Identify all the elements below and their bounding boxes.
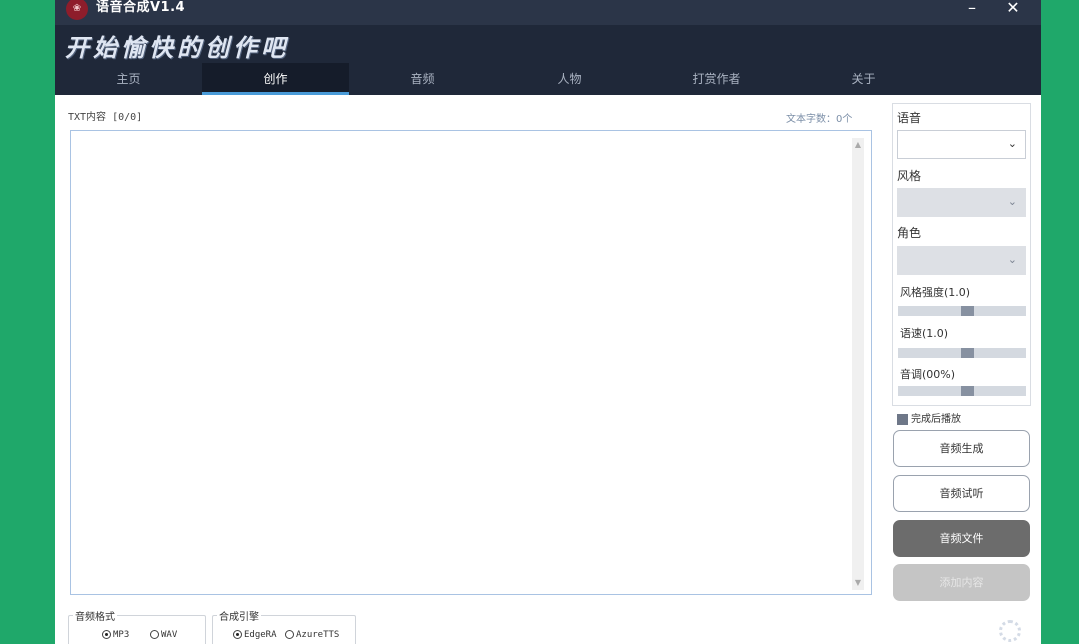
app-window: ❀ 语音合成V1.4 – ✕ 开始愉快的创作吧 主页 创作 音频 人物 打赏作者… [55,0,1041,644]
pitch-label: 音调(00%) [900,368,956,381]
editor-scrollbar[interactable]: ▲ ▼ [852,138,864,590]
radio-azure-label: AzureTTS [296,630,340,640]
engine-title: 合成引擎 [217,608,261,623]
txt-content-label: TXT内容 [0/0] [68,112,143,123]
radio-azure[interactable]: AzureTTS [285,630,339,640]
audio-file-button[interactable]: 音频文件 [893,520,1030,557]
banner: 开始愉快的创作吧 [55,25,1041,63]
audio-format-title: 音频格式 [73,608,117,623]
radio-wav-label: WAV [161,630,178,640]
style-label: 风格 [897,169,922,183]
tab-home[interactable]: 主页 [55,63,202,95]
chevron-down-icon: ⌄ [1007,253,1017,266]
radio-edge[interactable]: EdgeRA [233,630,277,640]
app-title: 语音合成V1.4 [96,0,186,15]
slider-thumb[interactable] [961,348,975,358]
settings-panel: 语音 ⌄ 风格 ⌄ 角色 ⌄ 风格强度(1.0) 语速(1.0) 音调(00%) [892,103,1031,406]
slider-thumb[interactable] [961,306,975,316]
radio-checked-icon[interactable] [102,630,111,639]
role-label: 角色 [897,226,922,240]
speed-slider[interactable] [898,348,1026,358]
text-editor[interactable]: ▲ ▼ [70,130,872,595]
tab-characters[interactable]: 人物 [496,63,643,95]
tab-audio[interactable]: 音频 [349,63,496,95]
radio-edge-label: EdgeRA [244,630,277,640]
audio-format-group: 音频格式 MP3 WAV [68,608,206,644]
play-after-checkbox[interactable]: 完成后播放 [897,410,961,425]
slogan-text: 开始愉快的创作吧 [65,33,289,62]
editor-content[interactable] [77,137,845,588]
close-button[interactable]: ✕ [993,0,1033,18]
title-bar[interactable]: ❀ 语音合成V1.4 – ✕ [55,0,1041,25]
tab-about[interactable]: 关于 [790,63,937,95]
style-strength-label: 风格强度(1.0) [900,286,971,299]
radio-mp3[interactable]: MP3 [102,630,129,640]
speed-label: 语速(1.0) [900,327,949,340]
char-count-label: 文本字数：0个 [786,114,853,125]
tab-donate[interactable]: 打赏作者 [643,63,790,95]
checkbox-icon[interactable] [897,413,908,425]
slider-thumb[interactable] [961,386,975,396]
role-select[interactable]: ⌄ [897,246,1026,275]
add-content-button[interactable]: 添加内容 [893,564,1030,601]
radio-unchecked-icon[interactable] [285,630,294,639]
minimize-button[interactable]: – [952,0,992,18]
radio-wav[interactable]: WAV [150,630,177,640]
voice-select[interactable]: ⌄ [897,130,1026,159]
tab-bar: 主页 创作 音频 人物 打赏作者 关于 [55,63,1041,95]
chevron-down-icon: ⌄ [1007,137,1017,150]
scroll-up-icon[interactable]: ▲ [852,138,864,152]
generate-audio-button[interactable]: 音频生成 [893,430,1030,467]
pitch-slider[interactable] [898,386,1026,396]
app-logo-icon: ❀ [66,0,88,20]
scroll-down-icon[interactable]: ▼ [852,576,864,590]
engine-group: 合成引擎 EdgeRA AzureTTS [212,608,356,644]
loading-spinner-icon [999,620,1021,642]
play-after-label: 完成后播放 [911,414,961,425]
radio-mp3-label: MP3 [113,630,130,640]
style-select[interactable]: ⌄ [897,188,1026,217]
style-strength-slider[interactable] [898,306,1026,316]
chevron-down-icon: ⌄ [1007,195,1017,208]
preview-audio-button[interactable]: 音频试听 [893,475,1030,512]
tab-create[interactable]: 创作 [202,63,349,95]
radio-checked-icon[interactable] [233,630,242,639]
radio-unchecked-icon[interactable] [150,630,159,639]
voice-label: 语音 [897,111,922,125]
